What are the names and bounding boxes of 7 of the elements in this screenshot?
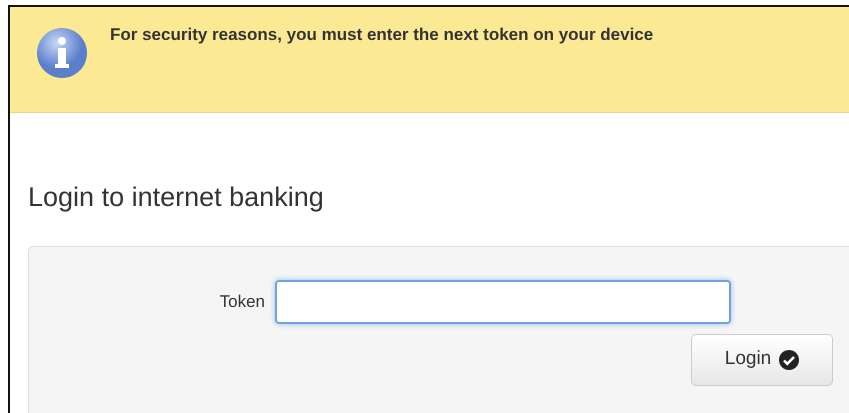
alert-message: For security reasons, you must enter the next token on your device [110,24,654,46]
page-heading: Login to internet banking [28,181,325,214]
token-field[interactable] [275,280,731,324]
field-label: Token [218,290,266,313]
login-button[interactable]: Login [691,334,833,386]
check-icon [779,350,800,370]
info-icon [36,27,88,79]
